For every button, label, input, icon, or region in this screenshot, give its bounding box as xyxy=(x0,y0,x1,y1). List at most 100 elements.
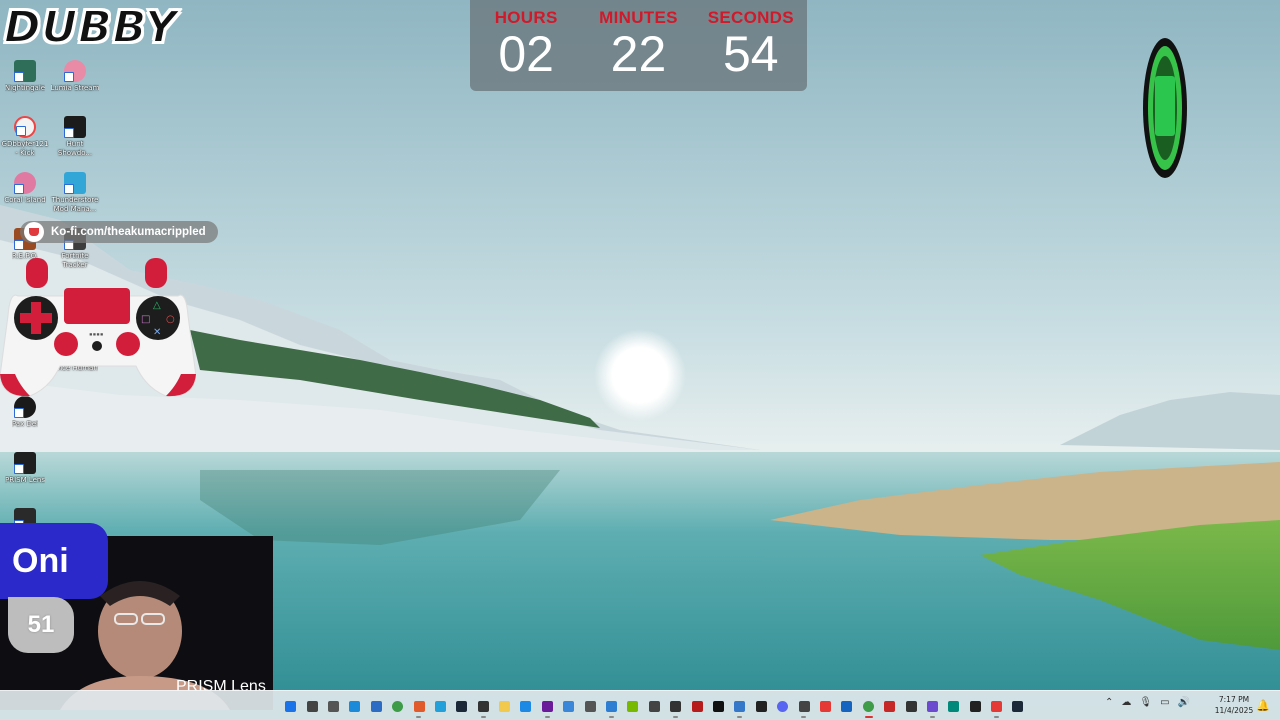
chrome-icon[interactable] xyxy=(387,695,408,717)
hours-label: HOURS xyxy=(494,8,558,27)
desktop-icon-coral-island[interactable]: Coral Island xyxy=(0,172,50,205)
app-icon[interactable] xyxy=(986,695,1007,718)
edge-icon[interactable] xyxy=(344,695,365,717)
app-icon[interactable] xyxy=(900,695,921,717)
desktop-icon-label: Thunderstore Mod Mana... xyxy=(51,196,99,213)
controller-overlay: △ □ ○ ✕ ▪▪▪▪ xyxy=(0,256,197,406)
prism-lens-icon xyxy=(14,452,36,474)
app-icon[interactable] xyxy=(686,695,707,717)
desktop-icon-prism-lens[interactable]: PRISM Lens xyxy=(0,452,50,485)
app-icon[interactable] xyxy=(922,695,943,718)
desktop-icon-nightingale[interactable]: Nightingale xyxy=(0,60,50,93)
task-view-icon[interactable] xyxy=(323,695,344,717)
svg-text:○: ○ xyxy=(166,314,175,325)
svg-text:▪▪▪▪: ▪▪▪▪ xyxy=(89,331,103,338)
coral-island-icon xyxy=(14,172,36,194)
hunt-showdown-icon xyxy=(64,116,86,138)
minutes-value: 22 xyxy=(610,26,667,82)
kofi-text: Ko-fi.com/theakumacrippled xyxy=(51,226,206,238)
search-icon[interactable] xyxy=(301,695,322,717)
kofi-link[interactable]: Ko-fi.com/theakumacrippled xyxy=(20,221,218,243)
chrome-icon[interactable] xyxy=(858,695,879,718)
app-icon[interactable] xyxy=(558,695,579,717)
desktop-icon-label: Coral Island xyxy=(4,196,46,204)
app-icon[interactable] xyxy=(601,695,622,718)
taskbar: ⌃ ☁ 🎙 ▭ 🔊 7:17 PM 11/4/2025 🔔 xyxy=(0,690,1280,720)
app-icon[interactable] xyxy=(473,695,494,718)
app-icon[interactable] xyxy=(665,695,686,718)
app-icon[interactable] xyxy=(751,695,772,717)
desktop-icon-kick[interactable]: GDbbyfer121 - Kick xyxy=(0,116,50,158)
tiktok-icon[interactable] xyxy=(708,695,729,717)
network-icon[interactable]: ▭ xyxy=(1160,697,1169,708)
app-icon[interactable] xyxy=(879,695,900,717)
countdown-seconds: SECONDS 54 xyxy=(698,8,803,80)
steam-icon[interactable] xyxy=(451,695,472,717)
notification-bell-icon[interactable]: 🔔 xyxy=(1256,699,1270,712)
right-stick-icon xyxy=(116,332,140,356)
app-icon[interactable] xyxy=(430,695,451,717)
app-icon[interactable] xyxy=(644,695,665,717)
desktop-icon-label: PRISM Lens xyxy=(4,476,46,484)
ps-button-icon xyxy=(92,341,102,351)
channel-logo xyxy=(1141,36,1189,180)
desktop-icon-label: Nightingale xyxy=(4,84,46,92)
hours-value: 02 xyxy=(498,26,554,82)
countdown-timer: HOURS 02 MINUTES 22 SECONDS 54 xyxy=(470,0,807,91)
app-icon[interactable] xyxy=(729,695,750,718)
left-stick-icon xyxy=(54,332,78,356)
chrome-icon xyxy=(14,116,36,138)
volume-icon[interactable]: 🔊 xyxy=(1178,697,1190,708)
svg-text:□: □ xyxy=(141,314,150,325)
system-tray: ⌃ ☁ 🎙 ▭ 🔊 xyxy=(1105,697,1190,708)
microphone-icon[interactable]: 🎙 xyxy=(1139,697,1152,708)
app-icon[interactable] xyxy=(793,695,814,718)
nvidia-icon[interactable] xyxy=(622,695,643,717)
desktop-icon-label: GDbbyfer121 - Kick xyxy=(1,140,49,157)
level-value: 51 xyxy=(27,611,55,638)
clock-date: 11/4/2025 xyxy=(1214,706,1254,715)
countdown-minutes: MINUTES 22 xyxy=(586,8,691,80)
app-icon[interactable] xyxy=(815,695,836,717)
store-icon[interactable] xyxy=(366,695,387,717)
app-icon[interactable] xyxy=(943,695,964,717)
app-icon[interactable] xyxy=(836,695,857,717)
svg-text:△: △ xyxy=(153,300,161,311)
steam-icon[interactable] xyxy=(1007,695,1028,717)
folder-icon[interactable] xyxy=(494,695,515,717)
user-name: Oni xyxy=(12,541,69,580)
lumia-stream-icon xyxy=(64,60,86,82)
windows-start-icon[interactable] xyxy=(280,695,301,717)
desktop-icon-label: Pax Dei xyxy=(11,420,39,428)
right-trigger-icon xyxy=(145,258,167,288)
desktop-icon-thunderstore[interactable]: Thunderstore Mod Mana... xyxy=(50,172,100,214)
taskbar-clock[interactable]: 7:17 PM 11/4/2025 xyxy=(1210,694,1258,716)
desktop-icon-lumia-stream[interactable]: Lumia Stream xyxy=(50,60,100,93)
seconds-value: 54 xyxy=(723,26,779,82)
stream-title: DUBBY xyxy=(3,1,178,54)
discord-icon[interactable] xyxy=(772,695,793,717)
nightingale-icon xyxy=(14,60,36,82)
app-icon[interactable] xyxy=(408,695,429,718)
kofi-cup-icon xyxy=(24,222,44,242)
touchpad-icon xyxy=(64,288,130,324)
app-icon[interactable] xyxy=(965,695,986,717)
taskbar-apps xyxy=(280,695,1029,718)
app-icon[interactable] xyxy=(537,695,558,718)
clock-time: 7:17 PM xyxy=(1218,695,1250,704)
minutes-label: MINUTES xyxy=(599,8,678,27)
chevron-up-icon[interactable]: ⌃ xyxy=(1105,697,1113,708)
app-icon[interactable] xyxy=(515,695,536,717)
left-trigger-icon xyxy=(26,258,48,288)
desktop-icon-label: Hunt Showdo... xyxy=(57,140,93,157)
onedrive-icon[interactable]: ☁ xyxy=(1121,697,1131,708)
app-icon[interactable] xyxy=(579,695,600,717)
thunderstore-icon xyxy=(64,172,86,194)
countdown-hours: HOURS 02 xyxy=(474,8,579,80)
level-badge: 51 xyxy=(8,597,74,653)
seconds-label: SECONDS xyxy=(707,8,794,27)
svg-text:✕: ✕ xyxy=(153,327,161,338)
user-name-badge: Oni xyxy=(0,523,108,599)
desktop-icon-hunt-showdown[interactable]: Hunt Showdo... xyxy=(50,116,100,158)
desktop-icon-label: Lumia Stream xyxy=(50,84,100,92)
